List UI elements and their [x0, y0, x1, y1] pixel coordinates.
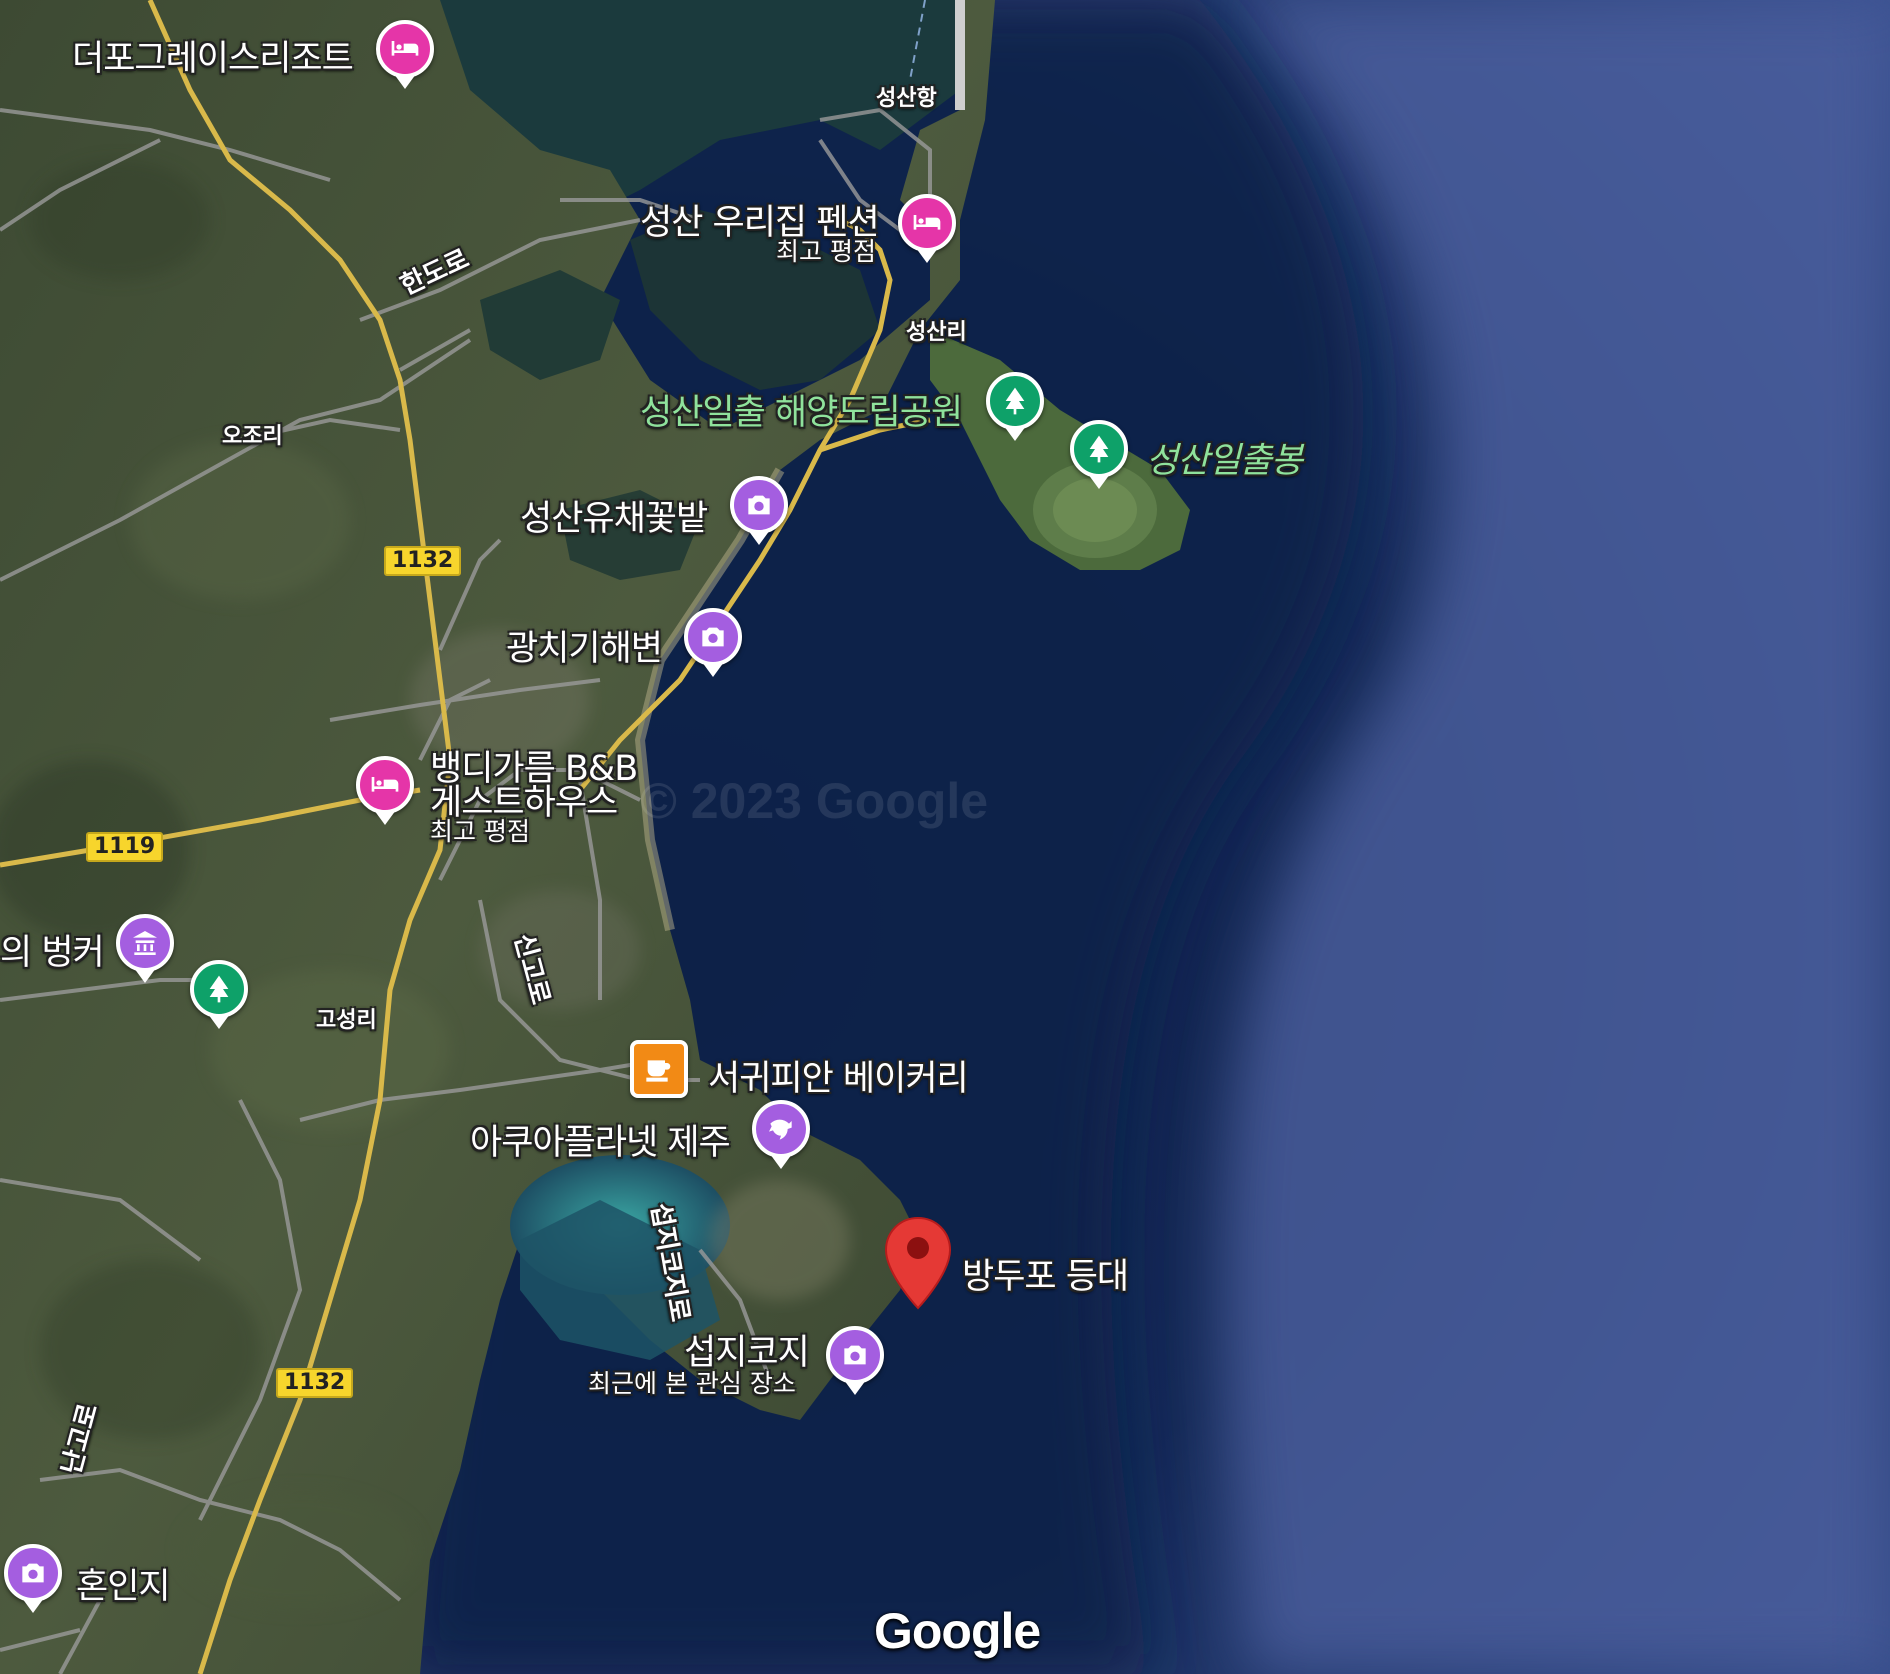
- bed-icon: [913, 215, 941, 230]
- dolphin-icon: [769, 1119, 792, 1140]
- google-logo: Google: [874, 1603, 1041, 1659]
- camera-icon: [22, 1563, 44, 1583]
- map-watermark: © 2023 Google: [640, 773, 989, 829]
- place-note-seopjikoji: 최근에 본 관심 장소: [588, 1369, 796, 1398]
- place-label-bunker[interactable]: 의 벙커: [0, 924, 105, 975]
- locality-label-ojori: 오조리: [222, 424, 283, 449]
- hotel-pin-seongsan-urijib[interactable]: [898, 194, 956, 263]
- place-label-theporgrace[interactable]: 더포그레이스리조트: [72, 30, 354, 81]
- camera-icon: [702, 627, 724, 647]
- camera-icon: [844, 1345, 866, 1365]
- place-note-bbangdi: 최고 평점: [430, 817, 530, 846]
- photo-pin-gwangchigi[interactable]: [684, 608, 742, 677]
- hotel-pin-bbangdi[interactable]: [356, 756, 414, 825]
- cafe-pin-bakery[interactable]: [630, 1040, 688, 1098]
- aquarium-pin-aquaplanet[interactable]: [752, 1100, 810, 1169]
- place-label-lighthouse[interactable]: 방두포 등대: [962, 1248, 1129, 1299]
- locality-label-seongsanri: 성산리: [906, 320, 967, 345]
- photo-pin-canola-field[interactable]: [730, 476, 788, 545]
- tree-icon: [209, 975, 229, 1003]
- park-pin-unnamed[interactable]: [190, 960, 248, 1029]
- camera-icon: [748, 495, 770, 515]
- route-shield-1132-south: 1132: [276, 1368, 354, 1398]
- locality-label-seongsanhang: 성산항: [876, 86, 937, 111]
- tree-icon: [1005, 387, 1025, 415]
- satellite-imagery: [0, 0, 1890, 1674]
- place-label-canola-field[interactable]: 성산유채꽃밭: [520, 490, 708, 541]
- map-marker-icon[interactable]: [884, 1216, 952, 1310]
- place-note-seongsan-urijib: 최고 평점: [776, 237, 876, 266]
- route-shield-1132: 1132: [384, 546, 462, 576]
- bed-icon: [371, 777, 399, 792]
- map-canvas[interactable]: © 2023 Google 성산항 성산리 오조리 고성리 한도로 신고로 섭지…: [0, 0, 1890, 1674]
- locality-label-goseongri: 고성리: [316, 1008, 377, 1033]
- park-pin-seongsan-park[interactable]: [986, 372, 1044, 441]
- place-label-seongsan-ilchulbong[interactable]: 성산일출봉: [1146, 432, 1303, 483]
- place-label-aquaplanet[interactable]: 아쿠아플라넷 제주: [470, 1114, 731, 1165]
- photo-pin-honinji[interactable]: [4, 1544, 62, 1613]
- museum-pin-bunker[interactable]: [116, 914, 174, 983]
- bed-icon: [391, 41, 419, 56]
- route-shield-1119: 1119: [86, 832, 164, 862]
- place-label-gwangchigi[interactable]: 광치기해변: [506, 620, 663, 671]
- place-label-bakery[interactable]: 서귀피안 베이커리: [708, 1050, 969, 1101]
- place-label-honinji[interactable]: 혼인지: [76, 1558, 171, 1609]
- photo-pin-seopjikoji[interactable]: [826, 1326, 884, 1395]
- museum-icon: [133, 931, 157, 955]
- hotel-pin-theporgrace[interactable]: [376, 20, 434, 89]
- place-label-seongsan-park[interactable]: 성산일출 해양도립공원: [640, 384, 963, 435]
- tree-icon: [1089, 435, 1109, 463]
- park-pin-seongsan-ilchulbong[interactable]: [1070, 420, 1128, 489]
- coffee-cup-icon: [646, 1060, 671, 1082]
